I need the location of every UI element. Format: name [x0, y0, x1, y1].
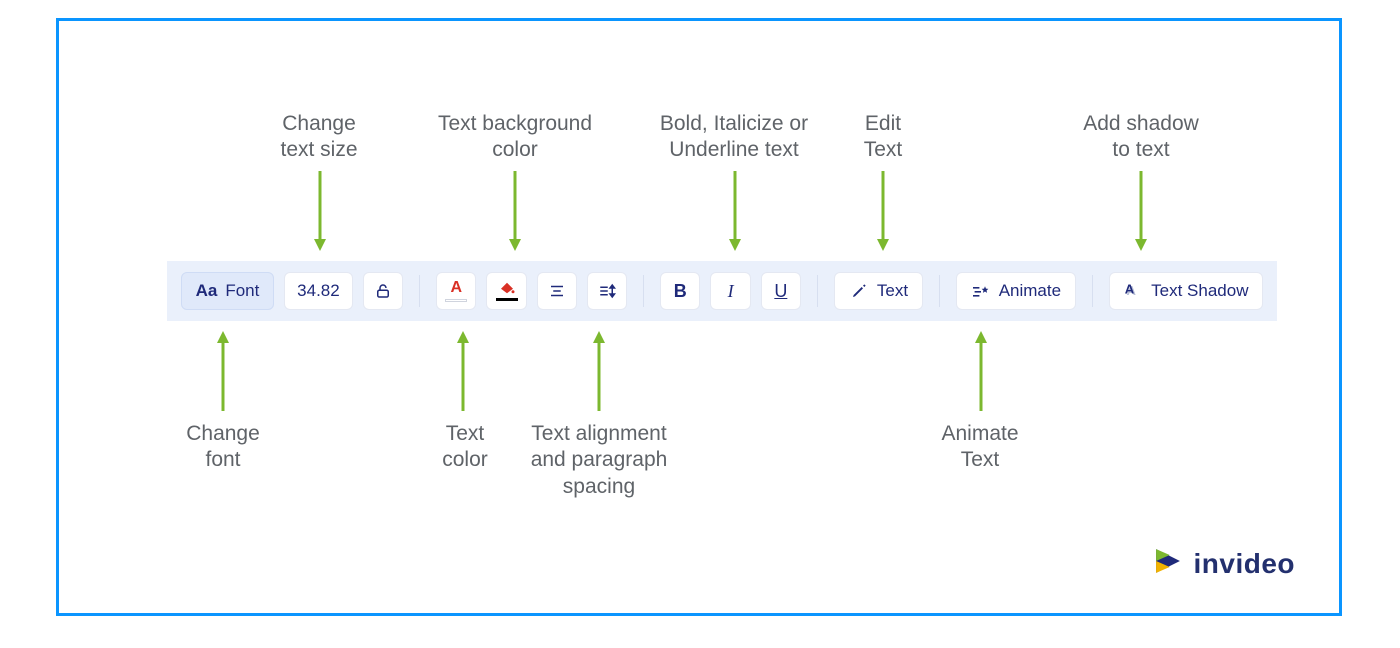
separator [1092, 275, 1093, 307]
arrow-down-icon [729, 171, 741, 251]
font-button[interactable]: Aa Font [181, 272, 274, 310]
text-toolbar: Aa Font 34.82 A [167, 261, 1277, 321]
text-shadow-button[interactable]: AA Text Shadow [1109, 272, 1263, 310]
callout-change-font: Change font [163, 421, 283, 474]
callout-text-color: Text color [415, 421, 515, 474]
line-spacing-button[interactable] [587, 272, 627, 310]
separator [817, 275, 818, 307]
font-label: Font [225, 281, 259, 301]
play-logo-icon [1151, 544, 1185, 583]
underline-button[interactable]: U [761, 272, 801, 310]
arrow-up-icon [975, 331, 987, 411]
edit-text-button[interactable]: Text [834, 272, 923, 310]
callout-text-bg-color: Text background color [415, 111, 615, 164]
unlock-icon [373, 281, 393, 301]
separator [419, 275, 420, 307]
animate-button[interactable]: Animate [956, 272, 1076, 310]
font-aa-icon: Aa [196, 281, 218, 301]
separator [643, 275, 644, 307]
font-size-value: 34.82 [297, 281, 340, 301]
text-bg-color-button[interactable] [486, 272, 526, 310]
bold-button[interactable]: B [660, 272, 700, 310]
bold-icon: B [670, 281, 690, 301]
arrow-down-icon [509, 171, 521, 251]
arrow-up-icon [593, 331, 605, 411]
callout-change-text-size: Change text size [239, 111, 399, 164]
line-spacing-icon [597, 281, 617, 301]
text-color-button[interactable]: A [436, 272, 476, 310]
callout-alignment-spacing: Text alignment and paragraph spacing [509, 421, 689, 500]
underline-icon: U [771, 281, 791, 301]
callout-add-shadow: Add shadow to text [1051, 111, 1231, 164]
arrow-up-icon [217, 331, 229, 411]
arrow-up-icon [457, 331, 469, 411]
separator [939, 275, 940, 307]
animate-icon [971, 281, 991, 301]
align-center-icon [547, 281, 567, 301]
arrow-down-icon [1135, 171, 1147, 251]
text-shadow-icon: AA [1123, 281, 1143, 301]
diagram-frame: Change text size Text background color B… [56, 18, 1342, 616]
brand-name: invideo [1193, 548, 1295, 580]
arrow-down-icon [314, 171, 326, 251]
italic-icon: I [721, 281, 741, 301]
edit-text-label: Text [877, 281, 908, 301]
font-size-input[interactable]: 34.82 [284, 272, 353, 310]
callout-animate-text: Animate Text [925, 421, 1035, 474]
unlock-button[interactable] [363, 272, 403, 310]
callout-bold-italic-underline: Bold, Italicize or Underline text [634, 111, 834, 164]
pencil-icon [849, 281, 869, 301]
paint-bucket-icon [496, 281, 518, 301]
text-color-icon: A [445, 280, 467, 302]
callout-edit-text: Edit Text [833, 111, 933, 164]
italic-button[interactable]: I [710, 272, 750, 310]
brand-logo: invideo [1151, 544, 1295, 583]
svg-text:A: A [1125, 282, 1135, 296]
text-align-button[interactable] [537, 272, 577, 310]
arrow-down-icon [877, 171, 889, 251]
animate-label: Animate [999, 281, 1061, 301]
text-shadow-label: Text Shadow [1151, 281, 1248, 301]
